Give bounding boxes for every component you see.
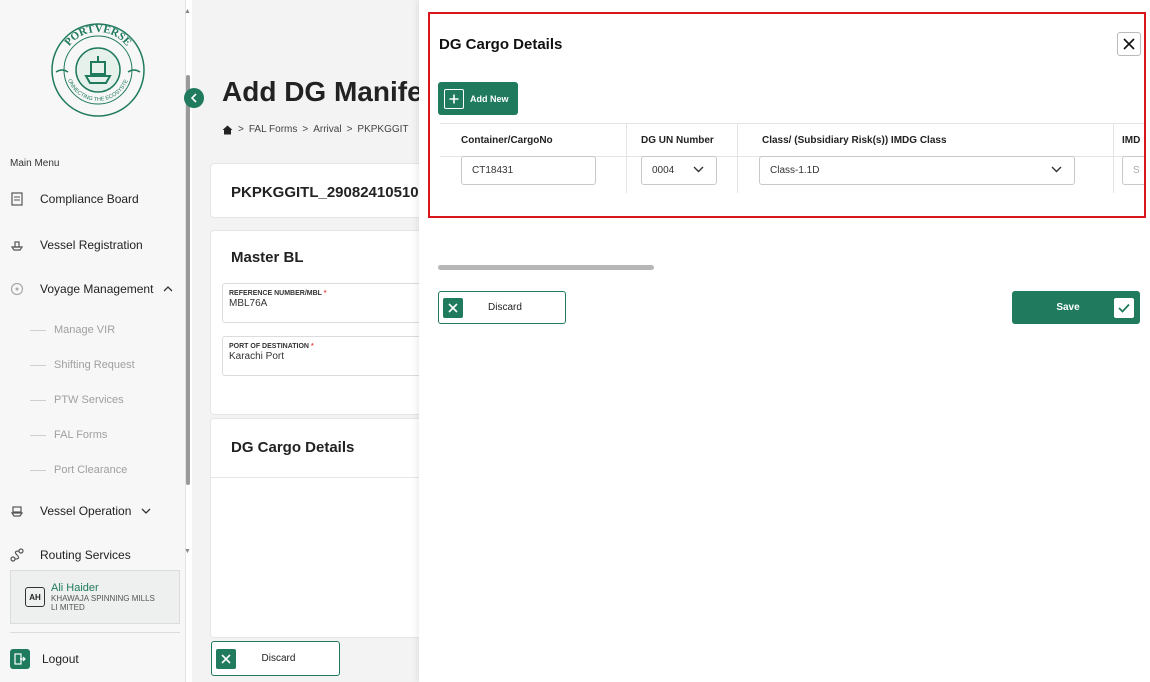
sidebar-item-label: Compliance Board <box>40 192 139 206</box>
compass-icon <box>8 280 26 298</box>
section-divider <box>211 477 440 478</box>
add-new-label: Add New <box>470 93 509 104</box>
user-card[interactable]: AH Ali Haider KHAWAJA SPINNING MILLS LI … <box>10 570 180 624</box>
select-value: Class-1.1D <box>770 165 820 176</box>
column-separator <box>737 123 738 193</box>
sidebar-item-routing-services[interactable]: Routing Services <box>8 542 178 568</box>
column-header-un-number: DG UN Number <box>641 135 714 146</box>
column-header-container: Container/CargoNo <box>461 135 553 146</box>
route-icon <box>8 546 26 564</box>
user-name: Ali Haider <box>51 581 99 594</box>
logout-label: Logout <box>42 652 79 666</box>
port-of-destination-field[interactable]: PORT OF DESTINATION * Karachi Port <box>222 336 432 376</box>
table-horizontal-scrollbar[interactable] <box>438 265 654 270</box>
sidebar-scrollbar[interactable] <box>186 75 190 485</box>
column-header-imd: IMD <box>1122 135 1141 146</box>
modal-discard-button[interactable]: Discard <box>438 291 566 324</box>
chevron-left-icon <box>190 93 197 103</box>
ship-operation-icon <box>8 502 26 520</box>
chevron-down-icon <box>693 165 704 176</box>
dg-cargo-details-modal <box>419 0 1150 682</box>
portverse-logo: PORTVERSE CONNECTING THE ECOSYSTEM <box>48 20 145 117</box>
container-cargo-no-input[interactable]: CT18431 <box>461 156 596 185</box>
scroll-down-arrow-icon[interactable]: ▼ <box>184 548 191 555</box>
sidebar: PORTVERSE CONNECTING THE ECOSYSTEM Main … <box>0 0 186 682</box>
sidebar-divider <box>10 632 180 633</box>
breadcrumb-separator: > <box>346 124 353 135</box>
page-discard-button[interactable]: Discard <box>211 641 340 676</box>
column-separator <box>626 123 627 193</box>
required-marker: * <box>323 290 327 297</box>
sidebar-item-label: Routing Services <box>40 548 131 562</box>
logout-button[interactable]: Logout <box>10 649 79 669</box>
close-icon <box>1123 38 1135 50</box>
dg-cargo-section-title: DG Cargo Details <box>231 439 355 456</box>
breadcrumb-item[interactable]: Arrival <box>313 124 341 135</box>
tree-line <box>30 470 46 471</box>
chevron-up-icon[interactable] <box>163 283 173 295</box>
master-bl-title: Master BL <box>231 249 304 266</box>
discard-label: Discard <box>261 653 296 664</box>
sidebar-item-label: Voyage Management <box>40 282 154 296</box>
breadcrumb-item: PKPKGGIT <box>357 124 409 135</box>
close-icon <box>443 297 463 318</box>
clipboard-icon <box>8 190 26 208</box>
sidebar-subitem-manage-vir[interactable]: Manage VIR <box>54 324 115 336</box>
discard-label: Discard <box>488 302 522 313</box>
select-value: 0004 <box>652 165 675 176</box>
reference-number-field[interactable]: REFERENCE NUMBER/MBL * MBL76A <box>222 283 432 323</box>
breadcrumb-separator: > <box>302 124 309 135</box>
sidebar-item-vessel-registration[interactable]: Vessel Registration <box>8 232 178 258</box>
sidebar-item-label: Vessel Registration <box>40 238 143 252</box>
scroll-up-arrow-icon[interactable]: ▲ <box>184 8 191 15</box>
sidebar-item-label: Vessel Operation <box>40 504 132 518</box>
field-label: PORT OF DESTINATION <box>229 343 309 350</box>
main-menu-label: Main Menu <box>10 158 60 169</box>
column-header-imdg-class: Class/ (Subsidiary Risk(s)) IMDG Class <box>762 135 947 146</box>
imdg-class-select[interactable]: Class-1.1D <box>759 156 1075 185</box>
tree-line <box>30 400 46 401</box>
breadcrumb: > FAL Forms > Arrival > PKPKGGIT <box>222 124 409 135</box>
breadcrumb-item[interactable]: FAL Forms <box>249 124 298 135</box>
plus-icon <box>444 88 464 109</box>
logout-icon <box>10 649 30 669</box>
chevron-down-icon <box>1051 165 1062 176</box>
field-value: Karachi Port <box>229 351 285 362</box>
sidebar-subitem-shifting-request[interactable]: Shifting Request <box>54 359 135 371</box>
home-icon[interactable] <box>222 125 233 135</box>
column-separator <box>1113 123 1114 193</box>
close-icon <box>216 648 236 669</box>
modal-close-button[interactable] <box>1117 32 1141 56</box>
add-new-button[interactable]: Add New <box>438 82 518 115</box>
required-marker: * <box>310 343 314 350</box>
sidebar-item-compliance-board[interactable]: Compliance Board <box>8 186 178 212</box>
modal-title: DG Cargo Details <box>439 36 563 53</box>
page-title: Add DG Manifes <box>222 76 439 107</box>
input-placeholder: S <box>1133 165 1140 176</box>
un-number-select[interactable]: 0004 <box>641 156 717 185</box>
sidebar-subitem-port-clearance[interactable]: Port Clearance <box>54 464 127 476</box>
breadcrumb-separator: > <box>238 124 244 135</box>
input-value: CT18431 <box>472 165 514 176</box>
chevron-down-icon[interactable] <box>141 505 151 517</box>
tree-line <box>30 365 46 366</box>
sidebar-item-voyage-management[interactable]: Voyage Management <box>8 276 178 302</box>
manifest-number: PKPKGGITL_290824105102 <box>231 184 427 201</box>
sidebar-subitem-ptw-services[interactable]: PTW Services <box>54 394 124 406</box>
save-label: Save <box>1056 302 1080 313</box>
sidebar-item-vessel-operation[interactable]: Vessel Operation <box>8 498 178 524</box>
tree-line <box>30 435 46 436</box>
user-organization: KHAWAJA SPINNING MILLS LI MITED <box>51 593 155 612</box>
imd-input[interactable]: S <box>1122 156 1144 185</box>
sidebar-collapse-button[interactable] <box>184 88 204 108</box>
field-label: REFERENCE NUMBER/MBL <box>229 290 322 297</box>
modal-save-button[interactable]: Save <box>1012 291 1140 324</box>
field-value: MBL76A <box>229 298 268 309</box>
check-icon <box>1114 297 1134 318</box>
ship-icon <box>8 236 26 254</box>
tree-line <box>30 330 46 331</box>
sidebar-subitem-fal-forms[interactable]: FAL Forms <box>54 429 107 441</box>
avatar: AH <box>25 587 45 607</box>
